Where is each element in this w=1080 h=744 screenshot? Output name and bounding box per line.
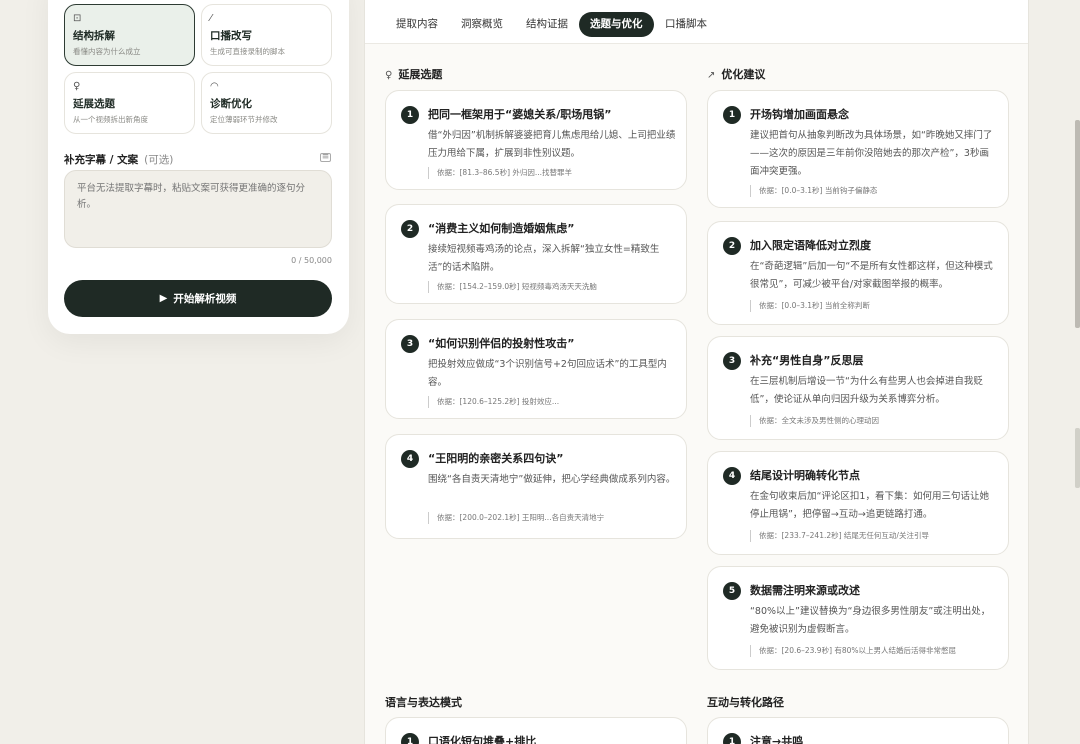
magic-wand-icon: ⁄ — [210, 13, 212, 24]
optimize-card: 1 开场钩增加画面悬念 建议把首句从抽象判断改为具体场景，如“昨晚她又摔门了——… — [707, 90, 1009, 208]
item-title: 把同一框架用于“婆媳关系/职场甩锅” — [428, 108, 612, 121]
item-basis: 依据：[233.7–241.2秒] 结尾无任何互动/关注引导 — [750, 530, 929, 542]
optimize-section-title: ↗ 优化建议 — [707, 66, 765, 82]
item-basis: 依据：[0.0–3.1秒] 当前全称判断 — [750, 300, 870, 312]
item-number: 1 — [723, 733, 741, 744]
char-counter: 0 / 50,000 — [291, 256, 332, 265]
page-scrollbar-track[interactable] — [1075, 0, 1080, 744]
extend-card: 4 “王阳明的亲密关系四句诀” 围绕“各自责天清地宁”做延伸，把心学经典做成系列… — [385, 434, 687, 539]
mode-card-structure[interactable]: ⊡ 结构拆解 看懂内容为什么成立 — [64, 4, 195, 66]
section-title-text: 优化建议 — [721, 68, 766, 81]
tab-insight[interactable]: 洞察概览 — [450, 12, 514, 37]
optimize-card: 3 补充“男性自身”反思层 在三层机制后增设一节“为什么有些男人也会掉进自我贬低… — [707, 336, 1009, 440]
item-title: 开场钩增加画面悬念 — [750, 108, 849, 121]
interaction-section-title: 互动与转化路径 — [707, 696, 784, 709]
item-number: 2 — [401, 220, 419, 238]
start-analysis-button[interactable]: ▶ 开始解析视频 — [64, 280, 332, 317]
analysis-form-panel: ⊡ 结构拆解 看懂内容为什么成立 ⁄ 口播改写 生成可直接录制的脚本 ♀ 延展选… — [48, 0, 349, 334]
item-body: 建议把首句从抽象判断改为具体场景，如“昨晚她又摔门了——这次的原因是三年前你没陪… — [750, 130, 993, 177]
subtitle-icon: ≡ — [320, 152, 331, 162]
mode-card-extend[interactable]: ♀ 延展选题 从一个视频拆出新角度 — [64, 72, 195, 134]
mode-desc: 定位薄弱环节并修改 — [210, 115, 278, 124]
subtitle-label: 补充字幕 / 文案 (可选) — [64, 152, 173, 167]
item-body: 在金句收束后加“评论区扣1，看下集：如何用三句话让她停止甩锅”，把停留→互动→追… — [750, 491, 989, 520]
item-number: 4 — [723, 467, 741, 485]
item-title: “消费主义如何制造婚姻焦虑” — [428, 222, 575, 235]
item-body: 把投射效应做成“3个识别信号+2句回应话术”的工具型内容。 — [428, 359, 667, 388]
item-number: 5 — [723, 582, 741, 600]
item-basis: 依据：[20.6–23.9秒] 有80%以上男人结婚后活得非常憋屈 — [750, 645, 956, 657]
tab-structure[interactable]: 结构证据 — [515, 12, 579, 37]
mode-title: 诊断优化 — [210, 98, 252, 110]
results-panel: 提取内容 洞察概览 结构证据 选题与优化 口播脚本 ♀ 延展选题 1 把同一框架用… — [364, 0, 1029, 744]
extend-card: 1 把同一框架用于“婆媳关系/职场甩锅” 借“外归因”机制拆解婆婆把育儿焦虑甩给… — [385, 90, 687, 190]
extend-card: 3 “如何识别伴侣的投射性攻击” 把投射效应做成“3个识别信号+2句回应话术”的… — [385, 319, 687, 419]
item-title: 加入限定语降低对立烈度 — [750, 239, 871, 252]
gauge-icon: ◠ — [210, 81, 219, 92]
item-body: 围绕“各自责天清地宁”做延伸，把心学经典做成系列内容。 — [428, 474, 676, 485]
item-title: “如何识别伴侣的投射性攻击” — [428, 337, 575, 350]
play-icon: ▶ — [159, 293, 168, 304]
language-section-title: 语言与表达模式 — [385, 696, 462, 709]
item-number: 1 — [401, 106, 419, 124]
tab-extract[interactable]: 提取内容 — [385, 12, 449, 37]
mode-title: 结构拆解 — [73, 30, 115, 42]
mode-desc: 生成可直接录制的脚本 — [210, 47, 285, 56]
item-body: 借“外归因”机制拆解婆婆把育儿焦虑甩给儿媳、上司把业绩压力甩给下属，扩展到非性别… — [428, 130, 676, 159]
mode-card-diagnose[interactable]: ◠ 诊断优化 定位薄弱环节并修改 — [201, 72, 332, 134]
item-title: 口语化短句堆叠+排比 — [428, 735, 537, 744]
subtitle-textarea[interactable] — [64, 170, 332, 248]
item-title: 数据需注明来源或改述 — [750, 584, 860, 597]
mode-title: 口播改写 — [210, 30, 252, 42]
subtitle-label-text: 补充字幕 / 文案 — [64, 154, 139, 166]
page-scrollbar-thumb[interactable] — [1075, 120, 1080, 328]
tab-topics[interactable]: 选题与优化 — [579, 12, 654, 37]
item-title: “王阳明的亲密关系四句诀” — [428, 452, 564, 465]
item-number: 1 — [401, 733, 419, 744]
item-basis: 依据：[81.3–86.5秒] 外归因...找替罪羊 — [428, 167, 572, 179]
arrow-up-right-icon: ↗ — [707, 70, 716, 81]
item-title: 结尾设计明确转化节点 — [750, 469, 860, 482]
item-basis: 依据：[200.0–202.1秒] 王阳明...各自责天清地宁 — [428, 512, 604, 524]
tabs-bar: 提取内容 洞察概览 结构证据 选题与优化 口播脚本 — [365, 0, 1028, 44]
lightbulb-icon: ♀ — [73, 81, 81, 92]
mode-title: 延展选题 — [73, 98, 115, 110]
tab-script[interactable]: 口播脚本 — [654, 12, 718, 37]
item-basis: 依据：[0.0–3.1秒] 当前钩子偏静态 — [750, 185, 877, 197]
mode-desc: 看懂内容为什么成立 — [73, 47, 141, 56]
scan-icon: ⊡ — [73, 13, 82, 24]
mode-desc: 从一个视频拆出新角度 — [73, 115, 148, 124]
item-number: 2 — [723, 237, 741, 255]
extend-card: 2 “消费主义如何制造婚姻焦虑” 接续短视频毒鸡汤的论点，深入拆解“独立女性=精… — [385, 204, 687, 304]
section-title-text: 延展选题 — [398, 68, 443, 81]
optimize-card: 4 结尾设计明确转化节点 在金句收束后加“评论区扣1，看下集：如何用三句话让她停… — [707, 451, 1009, 555]
extend-section-title: ♀ 延展选题 — [385, 66, 442, 82]
item-number: 3 — [401, 335, 419, 353]
optional-tag: (可选) — [144, 154, 174, 166]
optimize-card: 2 加入限定语降低对立烈度 在“奇葩逻辑”后加一句“不是所有女性都这样，但这种模… — [707, 221, 1009, 325]
item-basis: 依据：全文未涉及男性侧的心理动因 — [750, 415, 879, 427]
item-body: 在“奇葩逻辑”后加一句“不是所有女性都这样，但这种模式很常见”，可减少被平台/对… — [750, 261, 993, 290]
item-number: 4 — [401, 450, 419, 468]
item-title: 补充“男性自身”反思层 — [750, 354, 864, 367]
item-number: 1 — [723, 106, 741, 124]
item-basis: 依据：[154.2–159.0秒] 短视频毒鸡汤天天洗脑 — [428, 281, 597, 293]
item-basis: 依据：[120.6–125.2秒] 投射效应... — [428, 396, 559, 408]
item-number: 3 — [723, 352, 741, 370]
language-card: 1 口语化短句堆叠+排比 — [385, 717, 687, 744]
item-body: 在三层机制后增设一节“为什么有些男人也会掉进自我贬低”，使论证从单向归因升级为关… — [750, 376, 983, 405]
optimize-card: 5 数据需注明来源或改述 “80%以上”建议替换为“身边很多男性朋友”或注明出处… — [707, 566, 1009, 670]
item-body: “80%以上”建议替换为“身边很多男性朋友”或注明出处，避免被识别为虚假断言。 — [750, 606, 991, 635]
start-button-label: 开始解析视频 — [173, 293, 237, 305]
interaction-card: 1 注意→共鸣 — [707, 717, 1009, 744]
lightbulb-icon: ♀ — [385, 70, 393, 81]
inner-scrollbar-thumb[interactable] — [1075, 428, 1080, 488]
item-title: 注意→共鸣 — [750, 735, 804, 744]
item-body: 接续短视频毒鸡汤的论点，深入拆解“独立女性=精致生活”的话术陷阱。 — [428, 244, 660, 273]
mode-card-rewrite[interactable]: ⁄ 口播改写 生成可直接录制的脚本 — [201, 4, 332, 66]
